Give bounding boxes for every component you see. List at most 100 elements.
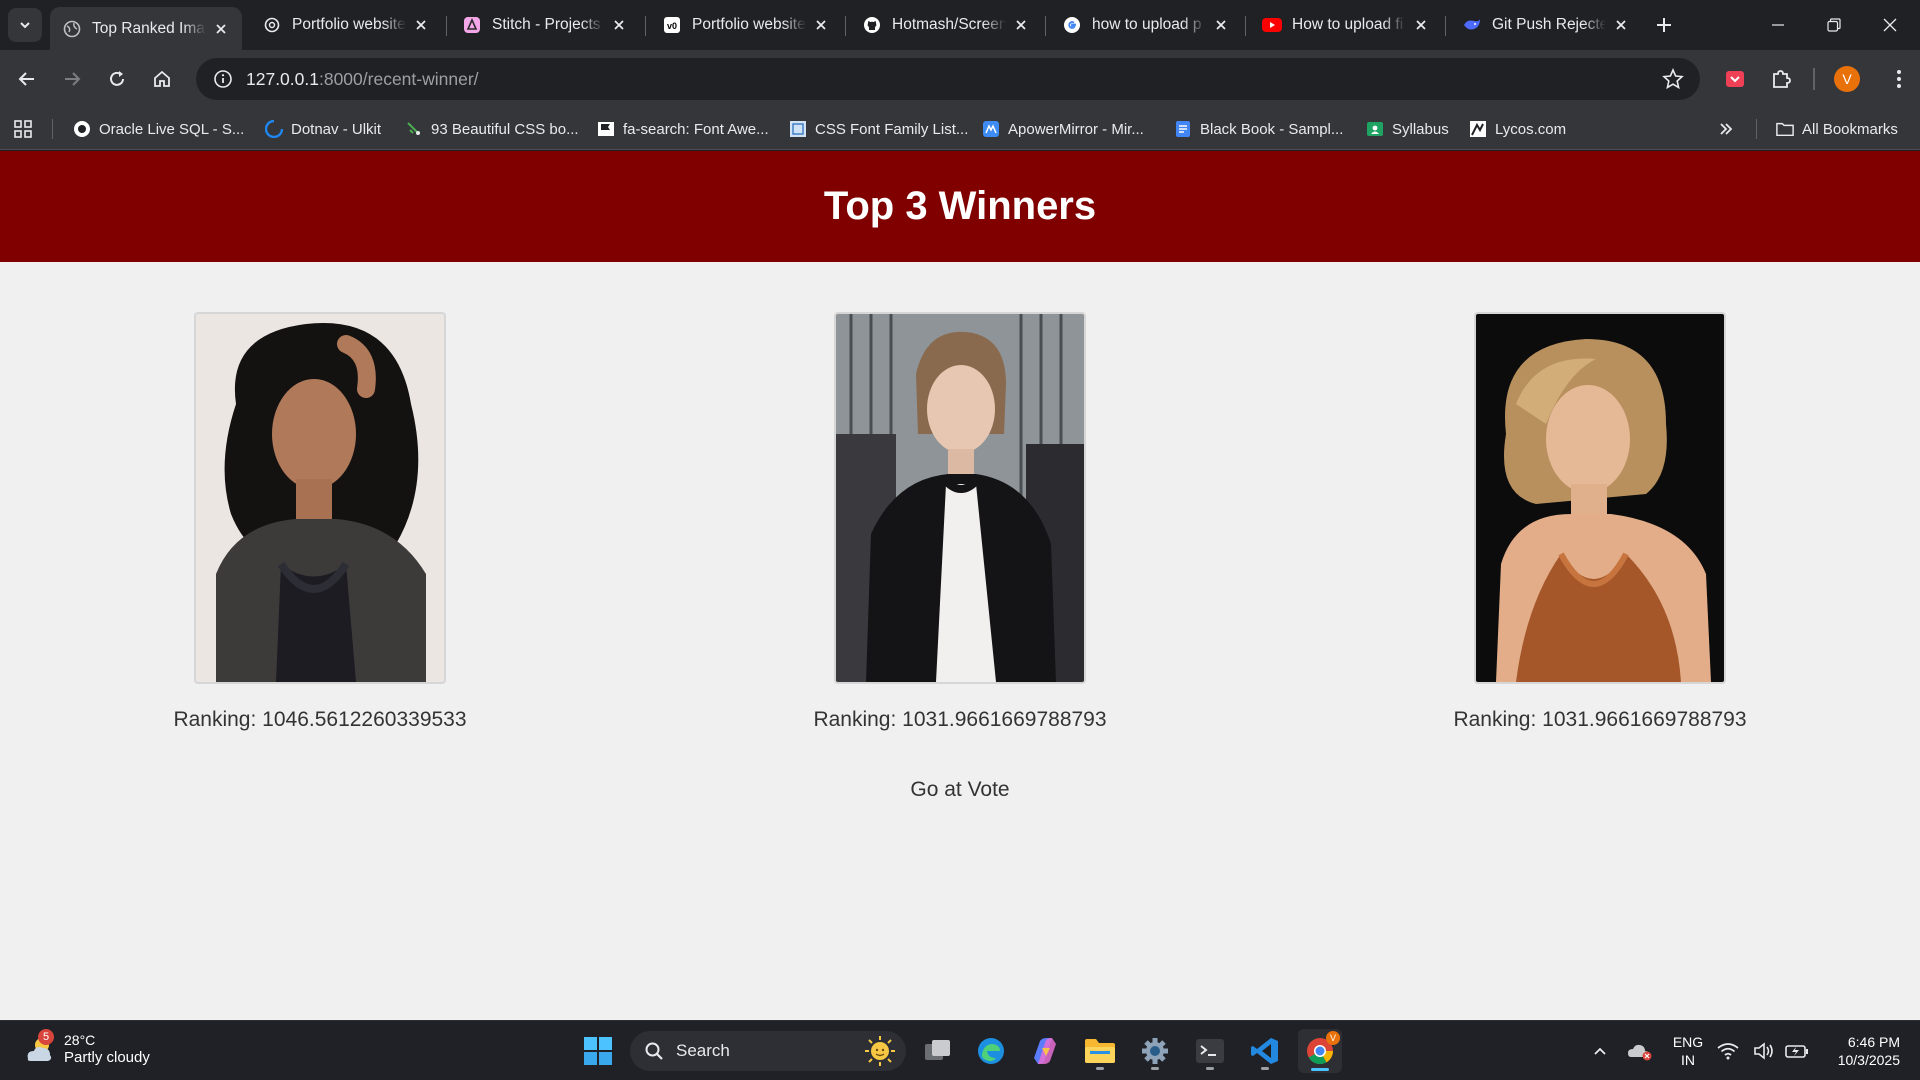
- tab-stitch[interactable]: Stitch - Projects: [450, 7, 640, 43]
- close-icon: [1883, 18, 1897, 32]
- bookmark-css-fonts[interactable]: CSS Font Family List...: [789, 118, 968, 140]
- wifi-icon: [1717, 1043, 1739, 1060]
- reload-button[interactable]: [100, 62, 134, 96]
- copilot-icon: [1034, 1038, 1056, 1064]
- forward-button[interactable]: [55, 62, 89, 96]
- close-tab-icon[interactable]: [812, 16, 830, 34]
- tab-youtube[interactable]: How to upload fi: [1250, 7, 1442, 43]
- close-tab-icon[interactable]: [1012, 16, 1030, 34]
- speaker-icon: [1754, 1042, 1773, 1060]
- all-bookmarks-button[interactable]: All Bookmarks: [1776, 118, 1898, 140]
- home-icon: [154, 70, 170, 87]
- close-window-button[interactable]: [1862, 0, 1918, 50]
- restore-button[interactable]: [1806, 0, 1862, 50]
- close-tab-icon[interactable]: [1412, 16, 1430, 34]
- bookmark-black-book[interactable]: Black Book - Sampl...: [1174, 118, 1343, 140]
- winner-photo[interactable]: [834, 312, 1086, 684]
- url-text[interactable]: 127.0.0.1:8000/recent-winner/: [246, 69, 479, 90]
- more-vert-icon: [1897, 70, 1901, 88]
- onedrive-button[interactable]: [1618, 1029, 1662, 1073]
- more-bookmarks-button[interactable]: [1718, 118, 1734, 140]
- bookmark-fa-search[interactable]: fa-search: Font Awe...: [597, 118, 769, 140]
- vote-link[interactable]: Go at Vote: [0, 778, 1920, 802]
- tab-google[interactable]: how to upload p: [1050, 7, 1242, 43]
- volume-status[interactable]: [1750, 1029, 1778, 1073]
- address-bar[interactable]: 127.0.0.1:8000/recent-winner/: [196, 58, 1700, 100]
- back-button[interactable]: [10, 62, 44, 96]
- running-indicator: [1096, 1067, 1104, 1070]
- tab-separator: [446, 16, 447, 36]
- bookmark-label: Black Book - Sampl...: [1200, 120, 1344, 138]
- plus-icon: [1657, 18, 1671, 32]
- running-indicator: [1261, 1067, 1269, 1070]
- file-explorer-button[interactable]: [1078, 1029, 1122, 1073]
- apps-button[interactable]: [14, 118, 32, 140]
- chevron-down-icon: [20, 22, 30, 29]
- settings-button[interactable]: [1133, 1029, 1177, 1073]
- profile-avatar[interactable]: V: [1834, 66, 1860, 92]
- home-button[interactable]: [145, 62, 179, 96]
- battery-status[interactable]: [1782, 1029, 1812, 1073]
- minimize-button[interactable]: [1750, 0, 1806, 50]
- minimize-icon: [1772, 24, 1784, 26]
- winner-ranking: Ranking: 1031.9661669788793: [1453, 708, 1747, 731]
- edge-button[interactable]: [969, 1029, 1013, 1073]
- cloud-error-icon: [1628, 1044, 1652, 1061]
- wifi-status[interactable]: [1714, 1029, 1742, 1073]
- running-indicator: [1206, 1067, 1214, 1070]
- taskbar-search-placeholder: Search: [676, 1041, 730, 1060]
- extensions-button[interactable]: [1764, 62, 1798, 96]
- url-host: 127.0.0.1: [246, 68, 319, 89]
- tab-search-button[interactable]: [8, 8, 42, 42]
- new-tab-button[interactable]: [1650, 11, 1678, 39]
- bookmark-label: Oracle Live SQL - S...: [99, 120, 245, 138]
- weather-desc: Partly cloudy: [64, 1049, 150, 1066]
- tab-title: how to upload p: [1092, 16, 1202, 33]
- close-tab-icon[interactable]: [1212, 16, 1230, 34]
- language-indicator[interactable]: ENG IN: [1668, 1033, 1708, 1069]
- tab-portfolio-1[interactable]: Portfolio website: [250, 7, 442, 43]
- oracle-icon: [73, 120, 91, 138]
- close-tab-icon[interactable]: [212, 20, 230, 38]
- weather-widget[interactable]: 5 28°C Partly cloudy: [22, 1029, 150, 1067]
- chrome-button[interactable]: V: [1298, 1029, 1342, 1073]
- edge-icon: [978, 1038, 1004, 1064]
- winner-photo[interactable]: [194, 312, 446, 684]
- pocket-icon: [1726, 71, 1744, 87]
- bookmark-label: ApowerMirror - Mir...: [1008, 120, 1144, 138]
- bookmark-dotnav[interactable]: Dotnav - Ulkit: [265, 118, 381, 140]
- menu-button[interactable]: [1882, 62, 1916, 96]
- bookmark-separator: [1756, 119, 1757, 139]
- bookmark-apowermirror[interactable]: ApowerMirror - Mir...: [982, 118, 1144, 140]
- tab-separator: [1445, 16, 1446, 36]
- terminal-button[interactable]: [1188, 1029, 1232, 1073]
- site-info-icon[interactable]: [204, 69, 242, 89]
- tab-top-ranked[interactable]: Top Ranked Images: [50, 7, 242, 50]
- taskbar-search[interactable]: Search: [630, 1031, 906, 1071]
- tab-git-push[interactable]: Git Push Rejected: [1450, 7, 1642, 43]
- flag-icon: [597, 120, 615, 138]
- pocket-extension-button[interactable]: [1718, 62, 1752, 96]
- start-button[interactable]: [576, 1029, 620, 1073]
- tab-portfolio-2[interactable]: v0 Portfolio website: [650, 7, 842, 43]
- system-clock[interactable]: 6:46 PM 10/3/2025: [1820, 1033, 1900, 1069]
- copilot-button[interactable]: [1023, 1029, 1067, 1073]
- bookmark-star-icon[interactable]: [1662, 67, 1684, 95]
- task-view-button[interactable]: [916, 1029, 960, 1073]
- bookmark-oracle[interactable]: Oracle Live SQL - S...: [73, 118, 244, 140]
- bookmark-syllabus[interactable]: Syllabus: [1366, 118, 1449, 140]
- classroom-icon: [1366, 120, 1384, 138]
- winner-photo[interactable]: [1474, 312, 1726, 684]
- vscode-button[interactable]: [1243, 1029, 1287, 1073]
- close-tab-icon[interactable]: [412, 16, 430, 34]
- all-bookmarks-label: All Bookmarks: [1802, 120, 1898, 138]
- reload-icon: [110, 71, 124, 86]
- tab-github[interactable]: Hotmash/Screen: [850, 7, 1042, 43]
- close-tab-icon[interactable]: [1612, 16, 1630, 34]
- tray-overflow-button[interactable]: [1578, 1029, 1622, 1073]
- close-tab-icon[interactable]: [610, 16, 628, 34]
- bookmark-lycos[interactable]: Lycos.com: [1469, 118, 1566, 140]
- terminal-icon: [1196, 1039, 1224, 1063]
- svg-text:v0: v0: [667, 21, 677, 31]
- bookmark-css-buttons[interactable]: 93 Beautiful CSS bo...: [405, 118, 579, 140]
